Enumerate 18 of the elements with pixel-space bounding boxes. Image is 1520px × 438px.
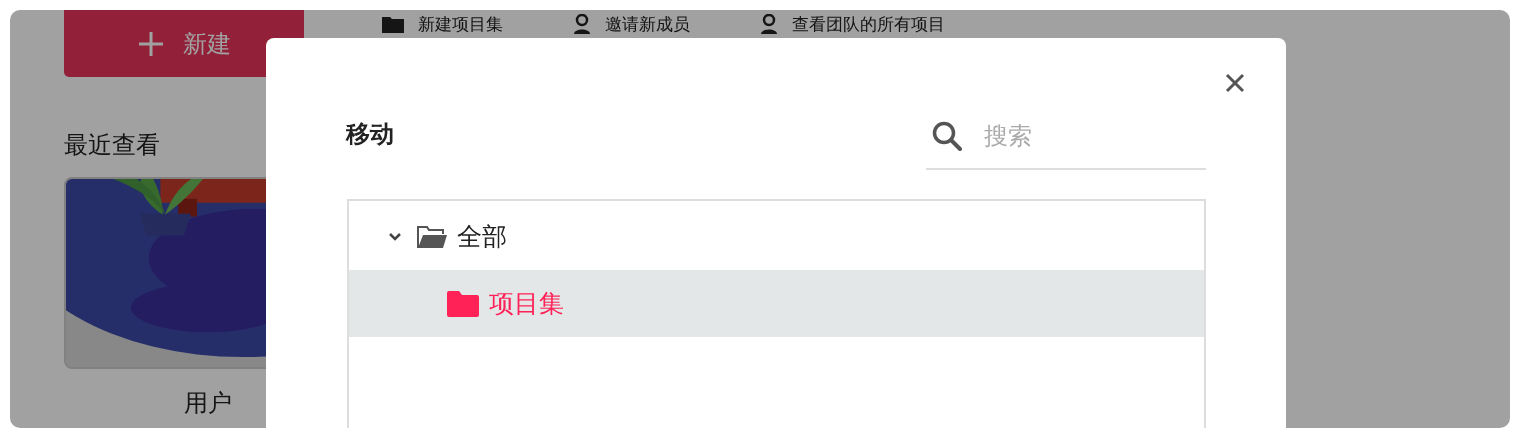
section-title: 最近查看: [64, 130, 161, 161]
open-folder-icon: [417, 224, 447, 249]
card-title: 用户: [183, 388, 233, 419]
chevron-icon[interactable]: [389, 232, 401, 241]
folder-icon: [447, 290, 479, 317]
search-icon: [932, 121, 962, 151]
toolbar-link[interactable]: 邀请新成员: [605, 12, 690, 36]
toolbar-link[interactable]: 新建项目集: [418, 12, 503, 36]
person-icon: [573, 14, 591, 34]
folder-label: 项目集: [489, 288, 564, 320]
folder-icon: [382, 15, 404, 33]
plus-icon: [137, 29, 165, 58]
folder-label: 全部: [457, 221, 507, 253]
toolbar-link[interactable]: 查看团队的所有项目: [792, 12, 945, 36]
close-icon[interactable]: [1225, 73, 1245, 93]
tree-row[interactable]: 全部: [349, 203, 1204, 270]
dialog-title: 移动: [346, 119, 394, 150]
person-icon: [760, 14, 778, 34]
